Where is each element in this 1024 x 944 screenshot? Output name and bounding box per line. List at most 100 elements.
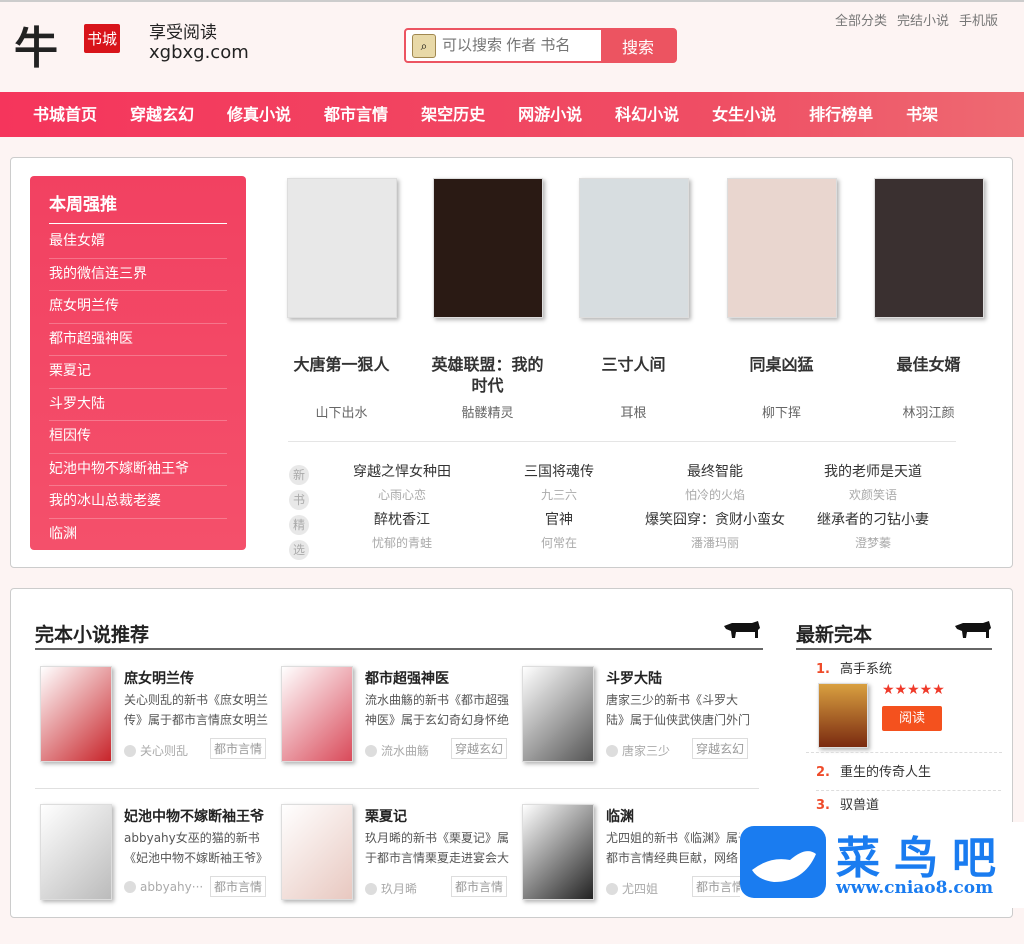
search-button[interactable]: 搜索 <box>601 30 675 61</box>
book-title[interactable]: 三国将魂传 <box>474 460 644 484</box>
new-book[interactable]: 穿越之悍女种田 心雨心恋 <box>317 460 487 507</box>
book-title[interactable]: 英雄联盟：我的时代 <box>414 354 561 396</box>
new-book[interactable]: 官神 何常在 <box>474 508 644 555</box>
book-author[interactable]: 澄梦蓁 <box>788 532 958 555</box>
nav-item[interactable]: 书城首页 <box>33 92 97 137</box>
weekly-item[interactable]: 我的微信连三界 <box>49 259 227 291</box>
new-book[interactable]: 爆笑囧穿：贪财小蛮女 潘潘玛丽 <box>630 508 800 555</box>
book-author[interactable]: 怕冷的火焰 <box>630 484 800 507</box>
nav-item[interactable]: 都市言情 <box>324 92 388 137</box>
link-mobile[interactable]: 手机版 <box>959 10 998 29</box>
book-author[interactable]: 山下出水 <box>268 402 415 421</box>
book-author[interactable]: 尤四姐 <box>606 880 658 897</box>
featured-book[interactable]: 最佳女婿 林羽江颜 <box>855 178 1002 421</box>
book-title[interactable]: 三寸人间 <box>560 354 707 375</box>
book-cover[interactable] <box>578 178 689 318</box>
book-author[interactable]: 九三六 <box>474 484 644 507</box>
book-cover[interactable] <box>522 804 594 900</box>
complete-book[interactable]: 妃池中物不嫁断袖王爷 abbyahy女巫的猫的新书《妃池中物不嫁断袖王爷》 ab… <box>40 804 280 944</box>
featured-book[interactable]: 三寸人间 耳根 <box>560 178 707 421</box>
book-title[interactable]: 栗夏记 <box>365 806 407 826</box>
search-input[interactable] <box>438 30 601 61</box>
book-author[interactable]: 林羽江颜 <box>855 402 1002 421</box>
book-author[interactable]: 耳根 <box>560 402 707 421</box>
book-cover[interactable] <box>522 666 594 762</box>
book-title[interactable]: 最终智能 <box>630 460 800 484</box>
weekly-item[interactable]: 妃池中物不嫁断袖王爷 <box>49 454 227 486</box>
link-all-categories[interactable]: 全部分类 <box>835 10 887 29</box>
book-title[interactable]: 穿越之悍女种田 <box>317 460 487 484</box>
new-book[interactable]: 醉枕香江 忧郁的青蛙 <box>317 508 487 555</box>
book-cover[interactable] <box>726 178 837 318</box>
weekly-item[interactable]: 庶女明兰传 <box>49 291 227 324</box>
category-tag[interactable]: 都市言情 <box>210 876 267 897</box>
weekly-item[interactable]: 都市超强神医 <box>49 324 227 356</box>
nav-item[interactable]: 架空历史 <box>421 92 485 137</box>
book-author[interactable]: 潘潘玛丽 <box>630 532 800 555</box>
book-cover[interactable] <box>281 666 353 762</box>
complete-book[interactable]: 庶女明兰传 关心则乱的新书《庶女明兰传》属于都市言情庶女明兰 关心则乱 都市言情 <box>40 666 280 806</box>
new-book[interactable]: 三国将魂传 九三六 <box>474 460 644 507</box>
book-author[interactable]: 玖月晞 <box>365 880 417 897</box>
book-author[interactable]: 唐家三少 <box>606 742 670 759</box>
book-author[interactable]: 何常在 <box>474 532 644 555</box>
book-cover[interactable] <box>40 666 112 762</box>
book-title[interactable]: 继承者的刁钻小妻 <box>788 508 958 532</box>
weekly-item[interactable]: 我的冰山总裁老婆 <box>49 486 227 519</box>
book-cover[interactable] <box>40 804 112 900</box>
latest-top-title[interactable]: 1. 高手系统 <box>816 658 892 677</box>
book-title[interactable]: 庶女明兰传 <box>124 668 194 688</box>
book-title[interactable]: 大唐第一狠人 <box>268 354 415 375</box>
complete-book[interactable]: 斗罗大陆 唐家三少的新书《斗罗大陆》属于仙侠武侠唐门外门 唐家三少 穿越玄幻 <box>522 666 762 806</box>
complete-book[interactable]: 栗夏记 玖月晞的新书《栗夏记》属于都市言情栗夏走进宴会大 玖月晞 都市言情 <box>281 804 521 944</box>
book-author[interactable]: 心雨心恋 <box>317 484 487 507</box>
book-title[interactable]: 同桌凶猛 <box>708 354 855 375</box>
category-tag[interactable]: 都市言情 <box>210 738 267 759</box>
link-completed[interactable]: 完结小说 <box>897 10 949 29</box>
book-author[interactable]: 流水曲觞 <box>365 742 429 759</box>
category-tag[interactable]: 都市言情 <box>451 876 508 897</box>
book-author[interactable]: abbyahy··· <box>124 880 203 894</box>
nav-item[interactable]: 书架 <box>906 92 938 137</box>
nav-item[interactable]: 女生小说 <box>712 92 776 137</box>
nav-item[interactable]: 网游小说 <box>518 92 582 137</box>
book-title[interactable]: 我的老师是天道 <box>788 460 958 484</box>
book-title[interactable]: 都市超强神医 <box>365 668 449 688</box>
book-cover[interactable] <box>873 178 984 318</box>
featured-book[interactable]: 同桌凶猛 柳下挥 <box>708 178 855 421</box>
book-author[interactable]: 骷髅精灵 <box>414 402 561 421</box>
category-tag[interactable]: 穿越玄幻 <box>451 738 508 759</box>
weekly-item[interactable]: 临渊 <box>49 519 227 551</box>
book-title[interactable]: 最佳女婿 <box>855 354 1002 375</box>
nav-item[interactable]: 排行榜单 <box>809 92 873 137</box>
book-author[interactable]: 欢颜笑语 <box>788 484 958 507</box>
featured-book[interactable]: 大唐第一狠人 山下出水 <box>268 178 415 421</box>
nav-item[interactable]: 穿越玄幻 <box>130 92 194 137</box>
weekly-item[interactable]: 栗夏记 <box>49 356 227 389</box>
complete-book[interactable]: 临渊 尤四姐的新书《临渊》属于都市言情经典巨献，网络 尤四姐 都市言情 <box>522 804 762 944</box>
book-author[interactable]: 关心则乱 <box>124 742 188 759</box>
book-title[interactable]: 醉枕香江 <box>317 508 487 532</box>
category-tag[interactable]: 穿越玄幻 <box>692 738 749 759</box>
latest-item[interactable]: 2. 重生的传奇人生 <box>816 758 1001 791</box>
book-title[interactable]: 妃池中物不嫁断袖王爷 <box>124 806 264 826</box>
new-book[interactable]: 继承者的刁钻小妻 澄梦蓁 <box>788 508 958 555</box>
new-book[interactable]: 我的老师是天道 欢颜笑语 <box>788 460 958 507</box>
new-book[interactable]: 最终智能 怕冷的火焰 <box>630 460 800 507</box>
nav-item[interactable]: 科幻小说 <box>615 92 679 137</box>
read-button[interactable]: 阅读 <box>882 706 942 731</box>
book-title[interactable]: 官神 <box>474 508 644 532</box>
weekly-item[interactable]: 斗罗大陆 <box>49 389 227 421</box>
book-cover[interactable] <box>432 178 543 318</box>
book-cover[interactable] <box>281 804 353 900</box>
complete-book[interactable]: 都市超强神医 流水曲觞的新书《都市超强神医》属于玄幻奇幻身怀绝 流水曲觞 穿越玄… <box>281 666 521 806</box>
site-logo[interactable]: 牛 书城 享受阅读 xgbxg.com <box>14 12 249 74</box>
nav-item[interactable]: 修真小说 <box>227 92 291 137</box>
book-title[interactable]: 斗罗大陆 <box>606 668 662 688</box>
book-title[interactable]: 临渊 <box>606 806 634 826</box>
book-author[interactable]: 忧郁的青蛙 <box>317 532 487 555</box>
weekly-item[interactable]: 桓因传 <box>49 421 227 454</box>
weekly-item[interactable]: 最佳女婿 <box>49 226 227 259</box>
latest-item[interactable]: 3. 驭兽道 <box>816 791 1001 824</box>
book-cover[interactable] <box>818 683 868 748</box>
